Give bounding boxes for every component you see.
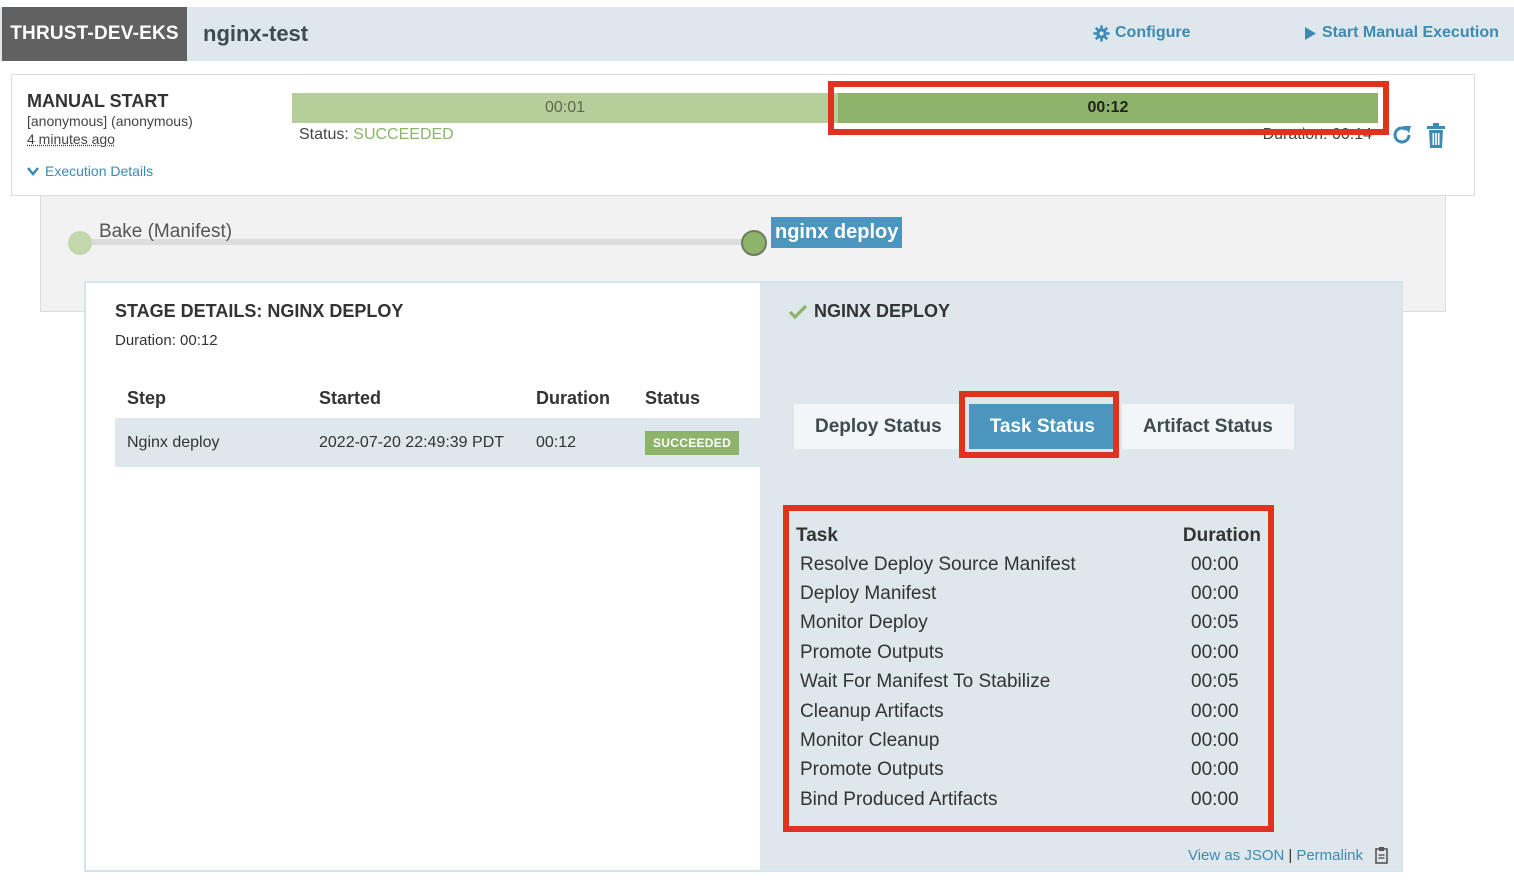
step-duration: 00:12: [536, 433, 577, 451]
steps-table-header: Step Started Duration Status: [115, 380, 760, 416]
task-column-label: Task: [796, 524, 838, 546]
task-duration: 00:00: [1191, 700, 1239, 722]
trigger-time: 4 minutes ago: [27, 131, 115, 147]
start-manual-label: Start Manual Execution: [1322, 24, 1499, 41]
task-duration: 00:05: [1191, 671, 1239, 693]
view-as-json-link[interactable]: View as JSON: [1188, 847, 1284, 864]
clipboard-icon[interactable]: [1373, 846, 1391, 864]
stage-summary: STAGE DETAILS: NGINX DEPLOY Duration: 00…: [86, 283, 760, 870]
task-duration: 00:00: [1191, 759, 1239, 781]
trigger-user: [anonymous] (anonymous): [27, 113, 193, 129]
configure-button[interactable]: Configure: [1093, 24, 1191, 42]
task-name: Resolve Deploy Source Manifest: [800, 553, 1076, 575]
task-duration: 00:00: [1191, 730, 1239, 752]
list-item: Resolve Deploy Source Manifest 00:00: [796, 550, 1261, 579]
application-tab[interactable]: THRUST-DEV-EKS: [2, 7, 187, 61]
task-name: Monitor Cleanup: [800, 730, 940, 752]
deploy-detail-pane: NGINX DEPLOY Deploy Status Task Status A…: [760, 283, 1401, 870]
deploy-pane-title: NGINX DEPLOY: [788, 301, 950, 322]
link-separator: |: [1288, 846, 1293, 864]
list-item: Bind Produced Artifacts 00:00: [796, 785, 1261, 814]
duration-column-label: Duration: [1182, 524, 1261, 546]
stage-bar-bake[interactable]: 00:01: [292, 93, 838, 123]
execution-details-toggle[interactable]: Execution Details: [27, 163, 153, 179]
status-badge: SUCCEEDED: [645, 430, 740, 455]
task-duration: 00:00: [1191, 583, 1239, 605]
status-value: SUCCEEDED: [353, 126, 454, 143]
chevron-down-icon: [27, 166, 39, 176]
task-table-header: Task Duration: [796, 521, 1261, 550]
list-item: Monitor Cleanup 00:00: [796, 726, 1261, 755]
gear-icon: [1093, 24, 1110, 42]
stage-label-nginx-deploy[interactable]: nginx deploy: [771, 217, 903, 248]
list-item: Promote Outputs 00:00: [796, 756, 1261, 785]
start-manual-execution-button[interactable]: Start Manual Execution: [1305, 24, 1499, 42]
column-duration: Duration: [536, 387, 610, 408]
task-table: Task Duration Resolve Deploy Source Mani…: [796, 521, 1261, 815]
tab-artifact-status[interactable]: Artifact Status: [1121, 404, 1294, 449]
task-name: Promote Outputs: [800, 759, 944, 781]
task-name: Monitor Deploy: [800, 612, 928, 634]
stage-details-panel: STAGE DETAILS: NGINX DEPLOY Duration: 00…: [84, 281, 1403, 872]
pane-footer-links: View as JSON | Permalink: [1188, 846, 1391, 864]
configure-label: Configure: [1115, 24, 1191, 41]
execution-duration: Duration: 00:14: [1262, 126, 1372, 143]
stage-duration: Duration: 00:12: [115, 332, 218, 349]
task-duration: 00:00: [1191, 641, 1239, 663]
execution-status: Status: SUCCEEDED: [299, 126, 454, 144]
play-icon: [1305, 26, 1316, 40]
task-duration: 00:00: [1191, 553, 1239, 575]
step-started: 2022-07-20 22:49:39 PDT: [319, 433, 505, 451]
column-started: Started: [319, 387, 382, 408]
list-item: Cleanup Artifacts 00:00: [796, 697, 1261, 726]
trigger-title: MANUAL START: [27, 91, 169, 111]
tab-task-status[interactable]: Task Status: [968, 404, 1116, 449]
task-name: Bind Produced Artifacts: [800, 788, 998, 810]
list-item: Deploy Manifest 00:00: [796, 579, 1261, 608]
task-duration: 00:00: [1191, 788, 1239, 810]
pipeline-header: THRUST-DEV-EKS nginx-test Configure Star…: [0, 7, 1514, 61]
tab-deploy-status[interactable]: Deploy Status: [794, 404, 963, 449]
list-item: Wait For Manifest To Stabilize 00:05: [796, 668, 1261, 697]
list-item: Monitor Deploy 00:05: [796, 609, 1261, 638]
execution-details-label: Execution Details: [45, 163, 154, 179]
column-step: Step: [127, 387, 167, 408]
stage-node-nginx-deploy[interactable]: [741, 230, 767, 256]
step-name: Nginx deploy: [127, 433, 220, 451]
stage-label-bake[interactable]: Bake (Manifest): [99, 221, 232, 243]
stage-details-title: STAGE DETAILS: NGINX DEPLOY: [115, 301, 404, 321]
list-item: Promote Outputs 00:00: [796, 638, 1261, 667]
task-name: Promote Outputs: [800, 641, 944, 663]
deploy-pane-title-text: NGINX DEPLOY: [814, 301, 951, 321]
pipeline-title: nginx-test: [203, 21, 309, 46]
task-name: Cleanup Artifacts: [800, 700, 944, 722]
stage-node-bake[interactable]: [68, 231, 92, 255]
task-name: Wait For Manifest To Stabilize: [800, 671, 1051, 693]
status-label: Status:: [299, 126, 349, 143]
execution-card: MANUAL START [anonymous] (anonymous) 4 m…: [11, 74, 1475, 196]
detail-tabs: Deploy Status Task Status Artifact Statu…: [794, 404, 1294, 449]
column-status: Status: [645, 387, 701, 408]
task-duration: 00:05: [1191, 612, 1239, 634]
permalink-link[interactable]: Permalink: [1296, 847, 1363, 864]
refresh-icon[interactable]: [1390, 123, 1414, 147]
table-row[interactable]: Nginx deploy 2022-07-20 22:49:39 PDT 00:…: [115, 418, 760, 467]
step-status: SUCCEEDED: [645, 418, 740, 467]
task-name: Deploy Manifest: [800, 583, 937, 605]
trash-icon[interactable]: [1425, 123, 1447, 149]
checkmark-icon: [788, 304, 808, 319]
stage-bar-nginx-deploy[interactable]: 00:12: [838, 93, 1378, 123]
